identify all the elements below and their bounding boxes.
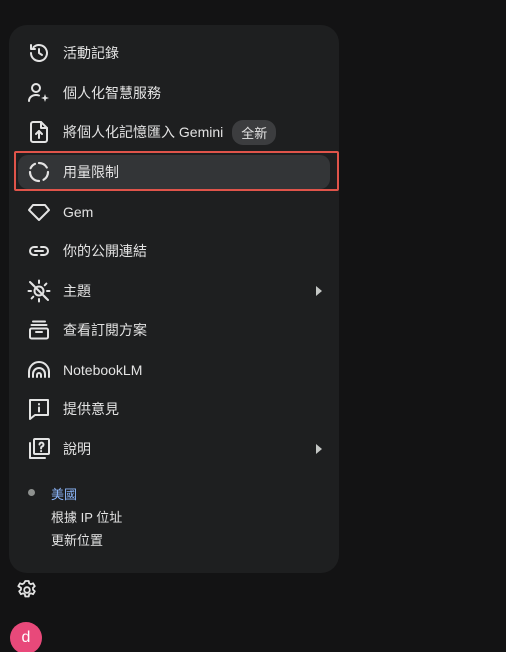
page: 活動記錄 個人化智慧服務 將個人化記憶匯入 Gemini 全新 用量限制 Gem…: [0, 0, 506, 652]
menu-item-activity[interactable]: 活動記錄: [18, 36, 330, 70]
location-dot: [28, 489, 35, 496]
menu-item-label: 主題: [63, 283, 91, 299]
menu-item-label: 提供意見: [63, 401, 119, 417]
menu-item-help[interactable]: 說明: [18, 432, 330, 466]
new-badge: 全新: [232, 119, 277, 145]
menu-item-usage-limits[interactable]: 用量限制: [18, 155, 330, 189]
menu-item-public-links[interactable]: 你的公開連結: [18, 234, 330, 268]
menu-item-theme[interactable]: 主題: [18, 274, 330, 308]
menu-item-gem[interactable]: Gem: [18, 195, 330, 229]
theme-icon: [27, 279, 51, 303]
menu-item-feedback[interactable]: 提供意見: [18, 392, 330, 426]
notebooklm-icon: [27, 358, 51, 382]
gear-icon[interactable]: [15, 578, 39, 602]
location-country: 美國: [51, 487, 78, 502]
menu-item-import-memory[interactable]: 將個人化記憶匯入 Gemini 全新: [18, 115, 330, 149]
update-location-link[interactable]: 更新位置: [51, 530, 103, 549]
history-icon: [27, 41, 51, 65]
menu-item-label: 將個人化記憶匯入 Gemini: [63, 124, 224, 140]
feedback-icon: [27, 397, 51, 421]
chevron-right-icon: [316, 286, 322, 296]
upload-file-icon: [27, 120, 51, 144]
help-icon: [27, 437, 51, 461]
menu-item-label: NotebookLM: [63, 362, 143, 378]
menu-item-label: 說明: [63, 441, 91, 457]
avatar[interactable]: d: [10, 622, 42, 652]
gem-icon: [27, 200, 51, 224]
menu-item-label: 個人化智慧服務: [63, 85, 161, 101]
subscription-icon: [27, 318, 51, 342]
menu-item-label: 用量限制: [63, 164, 119, 180]
menu-item-notebooklm[interactable]: NotebookLM: [18, 353, 330, 387]
menu-item-subscriptions[interactable]: 查看訂閱方案: [18, 313, 330, 347]
menu-item-label: 你的公開連結: [63, 243, 147, 259]
progress-circle-icon: [27, 160, 51, 184]
person-sparkle-icon: [27, 81, 51, 105]
location-source: 根據 IP 位址: [51, 510, 123, 525]
menu-item-label: Gem: [63, 204, 94, 220]
link-icon: [27, 239, 51, 263]
menu-item-label: 活動記錄: [63, 45, 119, 61]
menu-item-label: 查看訂閱方案: [63, 322, 147, 338]
chevron-right-icon: [316, 444, 322, 454]
menu-item-personal-intelligence[interactable]: 個人化智慧服務: [18, 76, 330, 110]
